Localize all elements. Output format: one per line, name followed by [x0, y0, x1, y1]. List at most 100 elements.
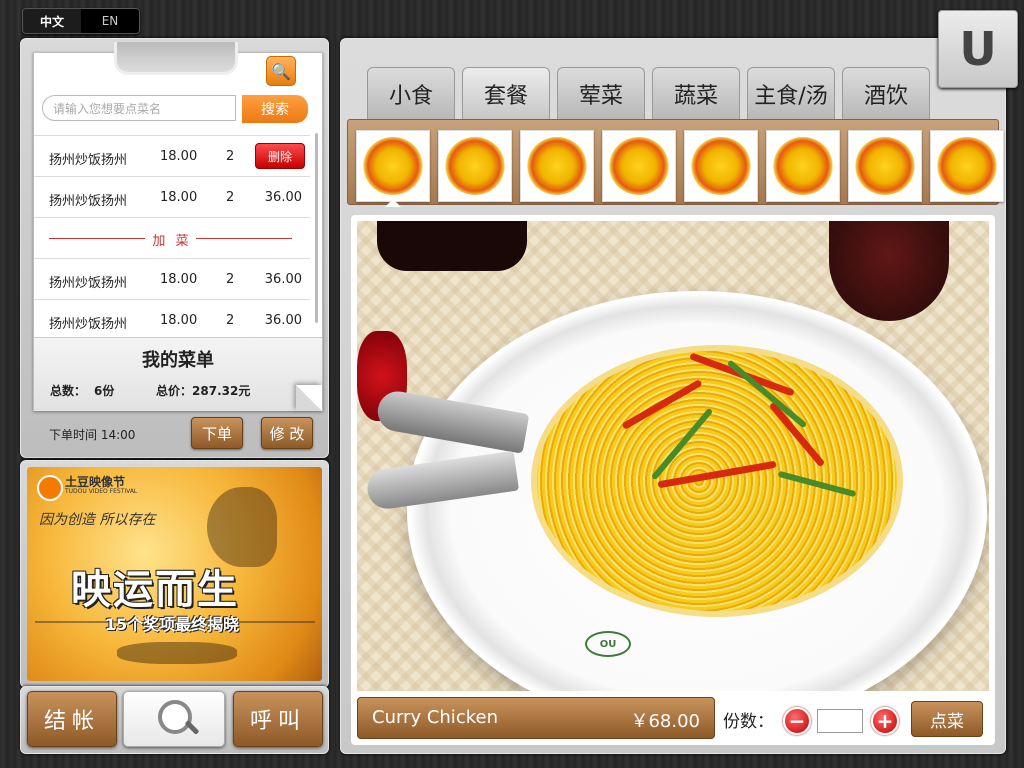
add-dish-label: 加 菜 [152, 234, 192, 249]
wine-glass-image [829, 221, 949, 321]
tab-vegetables[interactable]: 蔬菜 [652, 67, 740, 119]
search-icon[interactable]: 🔍 [266, 56, 296, 86]
dish-thumbnail-image [937, 137, 997, 195]
dish-thumbnail[interactable] [684, 130, 758, 202]
category-tabs: 小食 套餐 荤菜 蔬菜 主食/汤 酒饮 [367, 67, 937, 121]
add-dish-separator: 加 菜 [34, 217, 310, 258]
order-row-name: 扬州炒饭扬州 [49, 194, 128, 209]
order-row-price: 18.00 [160, 149, 198, 164]
language-toggle[interactable]: 中文 EN [22, 8, 140, 34]
clipboard-clip [114, 42, 238, 75]
quantity-input[interactable] [817, 709, 863, 733]
dish-thumbnail[interactable] [438, 130, 512, 202]
order-paper: 🔍 请输入您想要点菜名 搜索 扬州炒饭扬州 18.00 2 删除 扬州炒饭扬州 … [33, 52, 323, 411]
ad-slogan: 因为创造 所以存在 [39, 512, 156, 528]
order-row: 扬州炒饭扬州 18.00 2 36.00 [34, 258, 310, 299]
order-row-price: 18.00 [160, 313, 198, 328]
order-row-name: 扬州炒饭扬州 [49, 276, 128, 291]
order-list: 扬州炒饭扬州 18.00 2 删除 扬州炒饭扬州 18.00 2 36.00 加… [34, 135, 310, 340]
place-order-button[interactable]: 下单 [191, 417, 243, 449]
main-panel: 小食 套餐 荤菜 蔬菜 主食/汤 酒饮 OU Curry Chicken ￥68… [340, 38, 1006, 754]
dish-thumbnail[interactable] [520, 130, 594, 202]
language-zh-option[interactable]: 中文 [23, 9, 81, 33]
order-row-qty: 2 [226, 190, 235, 205]
dish-photo: OU [357, 221, 989, 691]
order-row: 扬州炒饭扬州 18.00 2 36.00 [34, 299, 310, 340]
order-row-price: 18.00 [160, 190, 198, 205]
search-button[interactable]: 搜索 [242, 95, 308, 123]
order-row-qty: 2 [226, 313, 235, 328]
page-curl [296, 385, 322, 411]
decrease-quantity-button[interactable]: − [783, 707, 811, 735]
order-row-name: 扬州炒饭扬州 [49, 317, 128, 332]
ad-headline: 映运而生 [71, 567, 239, 613]
order-row: 扬州炒饭扬州 18.00 2 删除 [34, 135, 310, 176]
search-bar: 请输入您想要点菜名 搜索 [42, 95, 310, 123]
order-time: 下单时间 14:00 [49, 428, 136, 442]
ad-banner[interactable]: 土豆映像节 TUDOU VIDEO FESTIVAL 因为创造 所以存在 映运而… [27, 467, 322, 681]
order-row-qty: 2 [226, 272, 235, 287]
dish-detail: OU Curry Chicken ￥68.00 份数： − + 点菜 [351, 215, 995, 745]
delete-button[interactable]: 删除 [255, 143, 305, 169]
tab-snacks[interactable]: 小食 [367, 67, 455, 119]
noodles-image [537, 351, 897, 611]
tab-staples-soup[interactable]: 主食/汤 [747, 67, 835, 119]
language-en-option[interactable]: EN [81, 9, 139, 33]
quantity-label: 份数： [723, 712, 774, 732]
ad-brand-en: TUDOU VIDEO FESTIVAL [65, 488, 138, 495]
total-price: 总价：287.32元 [156, 382, 250, 399]
dish-thumbnail-image [527, 137, 587, 195]
separator-line-right [196, 238, 292, 239]
thumbnails [356, 130, 1012, 202]
increase-quantity-button[interactable]: + [871, 707, 899, 735]
total-count-value: 6份 [94, 384, 115, 398]
brand-logo[interactable]: U [938, 10, 1018, 88]
ad-figure [117, 642, 237, 664]
call-waiter-button[interactable]: 呼叫 [233, 691, 323, 747]
dish-thumbnail-image [773, 137, 833, 195]
magnifier-button[interactable] [123, 691, 225, 747]
order-row-total: 36.00 [264, 313, 302, 328]
dish-price: ￥68.00 [630, 711, 700, 732]
dish-info-bar: Curry Chicken ￥68.00 [357, 697, 715, 739]
ad-panel: 土豆映像节 TUDOU VIDEO FESTIVAL 因为创造 所以存在 映运而… [20, 460, 329, 688]
order-row-name: 扬州炒饭扬州 [49, 153, 128, 168]
total-count: 总数： 6份 [50, 382, 114, 399]
my-menu-summary: 我的菜单 总数： 6份 总价：287.32元 [34, 337, 322, 411]
modify-button[interactable]: 修 改 [261, 417, 313, 449]
order-row-total: 36.00 [264, 190, 302, 205]
dish-thumbnail-image [691, 137, 751, 195]
dish-thumbnail-image [363, 137, 423, 195]
order-panel: 🔍 请输入您想要点菜名 搜索 扬州炒饭扬州 18.00 2 删除 扬州炒饭扬州 … [20, 38, 329, 458]
magnifier-icon [158, 700, 192, 734]
dish-thumbnail[interactable] [766, 130, 840, 202]
selected-thumbnail-caret [385, 199, 401, 207]
total-price-value: 287.32元 [192, 384, 251, 398]
search-input[interactable]: 请输入您想要点菜名 [42, 95, 236, 121]
dish-thumbnail-strip [347, 119, 1004, 205]
tab-set-meals[interactable]: 套餐 [462, 67, 550, 119]
checkout-button[interactable]: 结帐 [27, 691, 117, 747]
order-row-price: 18.00 [160, 272, 198, 287]
order-row: 扬州炒饭扬州 18.00 2 36.00 [34, 176, 310, 217]
dish-thumbnail[interactable] [930, 130, 1004, 202]
dish-thumbnail-image [445, 137, 505, 195]
total-price-label: 总价： [156, 384, 193, 398]
ad-subline: 15个奖项最终揭晓 [104, 615, 240, 634]
dish-thumbnail-image [855, 137, 915, 195]
dish-thumbnail[interactable] [602, 130, 676, 202]
order-dish-button[interactable]: 点菜 [911, 701, 983, 737]
my-menu-title: 我的菜单 [142, 350, 214, 371]
dish-thumbnail[interactable] [848, 130, 922, 202]
dish-name: Curry Chicken [372, 707, 498, 728]
wine-bottle-image [377, 221, 527, 271]
tab-drinks[interactable]: 酒饮 [842, 67, 930, 119]
order-row-total: 36.00 [264, 272, 302, 287]
dish-thumbnail[interactable] [356, 130, 430, 202]
tab-meat-dishes[interactable]: 荤菜 [557, 67, 645, 119]
dish-thumbnail-image [609, 137, 669, 195]
order-list-scrollbar[interactable] [315, 133, 318, 323]
total-count-label: 总数： [50, 384, 87, 398]
plate-logo: OU [585, 631, 631, 657]
bottom-button-panel: 结帐 呼叫 [20, 686, 329, 754]
